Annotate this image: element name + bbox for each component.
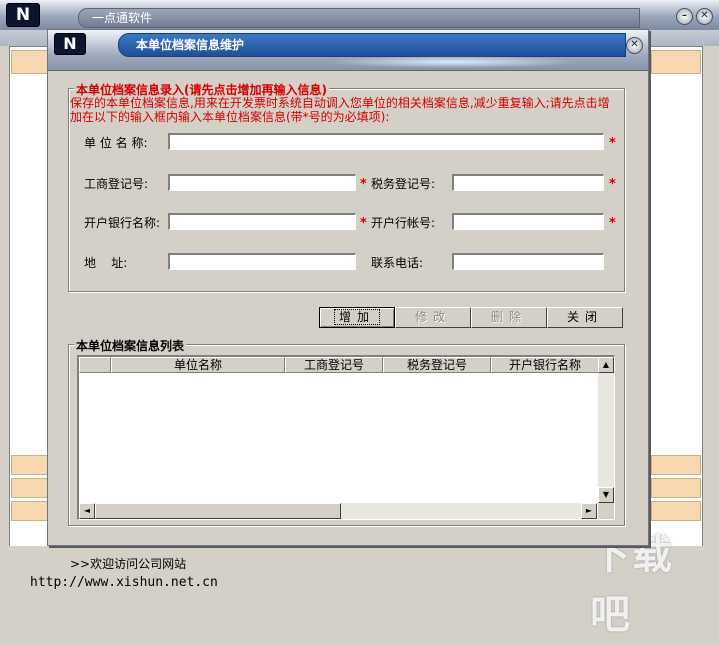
main-window-title-plate <box>78 8 640 28</box>
delete-button[interactable]: 删除 <box>471 307 547 328</box>
address-input[interactable] <box>168 253 356 270</box>
phone-input[interactable] <box>452 253 604 270</box>
list-column-header[interactable] <box>79 357 111 373</box>
dialog-close-icon[interactable]: ✕ <box>626 37 643 54</box>
right-grid-cell <box>651 50 701 74</box>
list-header: 单位名称 工商登记号 税务登记号 开户银行名称 <box>79 357 599 373</box>
bank-account-label: 开户行帐号: <box>371 216 436 230</box>
right-grid-cell <box>651 478 701 498</box>
title-glow-decoration <box>328 56 578 68</box>
required-mark: * <box>609 216 616 231</box>
dialog-logo-icon: N <box>54 33 86 55</box>
horizontal-scroll-thumb[interactable] <box>95 503 341 519</box>
bank-name-label: 开户银行名称: <box>84 216 161 230</box>
dialog-title: 本单位档案信息维护 <box>136 38 245 52</box>
company-url[interactable]: http://www.xishun.net.cn <box>30 575 218 590</box>
required-mark: * <box>360 216 367 231</box>
bank-account-input[interactable] <box>452 213 604 230</box>
required-mark: * <box>609 177 616 192</box>
main-close-icon[interactable]: ✕ <box>696 8 713 25</box>
main-window-title: 一点通软件 <box>92 11 153 25</box>
list-column-header[interactable]: 开户银行名称 <box>491 357 599 373</box>
horizontal-scrollbar[interactable]: ◄ ► <box>79 503 597 519</box>
phone-label: 联系电话: <box>371 256 424 270</box>
app-logo-icon: N <box>6 3 40 27</box>
list-column-header[interactable]: 税务登记号 <box>383 357 491 373</box>
scroll-down-icon[interactable]: ▼ <box>598 487 614 503</box>
archive-dialog: N 本单位档案信息维护 ✕ 本单位档案信息录入(请先点击增加再输入信息) 保存的… <box>47 29 649 546</box>
left-grid-cell <box>11 501 48 521</box>
edit-button[interactable]: 修改 <box>395 307 471 328</box>
tax-reg-label: 税务登记号: <box>371 177 436 191</box>
required-mark: * <box>609 136 616 151</box>
add-button-label: 增加 <box>333 309 380 325</box>
minimize-icon[interactable]: – <box>676 8 693 25</box>
scrollbar-corner <box>598 503 614 519</box>
left-grid-cell <box>11 455 48 475</box>
entry-instructions: 保存的本单位档案信息,用来在开发票时系统自动调入您单位的相关档案信息,减少重复输… <box>70 96 610 124</box>
scroll-up-icon[interactable]: ▲ <box>598 357 614 373</box>
biz-reg-label: 工商登记号: <box>84 177 149 191</box>
close-button[interactable]: 关闭 <box>547 307 623 328</box>
scroll-right-icon[interactable]: ► <box>581 503 597 519</box>
welcome-link[interactable]: >>欢迎访问公司网站 <box>70 555 186 572</box>
scroll-left-icon[interactable]: ◄ <box>79 503 95 519</box>
tax-reg-input[interactable] <box>452 174 604 191</box>
archive-list[interactable]: 单位名称 工商登记号 税务登记号 开户银行名称 ▲ ▼ ◄ ► <box>77 355 615 520</box>
unit-name-label: 单 位 名 称: <box>84 136 148 150</box>
required-mark: * <box>360 177 367 192</box>
vertical-scrollbar[interactable]: ▲ ▼ <box>598 357 614 503</box>
add-button[interactable]: 增加 <box>319 307 395 328</box>
list-column-header[interactable]: 工商登记号 <box>285 357 383 373</box>
unit-name-input[interactable] <box>168 133 604 150</box>
list-group-title: 本单位档案信息列表 <box>74 337 187 354</box>
bank-name-input[interactable] <box>168 213 356 230</box>
address-label: 地 址: <box>84 256 128 270</box>
biz-reg-input[interactable] <box>168 174 356 191</box>
left-grid-cell <box>11 478 48 498</box>
right-grid-cell <box>651 455 701 475</box>
right-grid-cell <box>651 501 701 521</box>
left-grid-cell <box>11 50 48 74</box>
list-column-header[interactable]: 单位名称 <box>111 357 285 373</box>
